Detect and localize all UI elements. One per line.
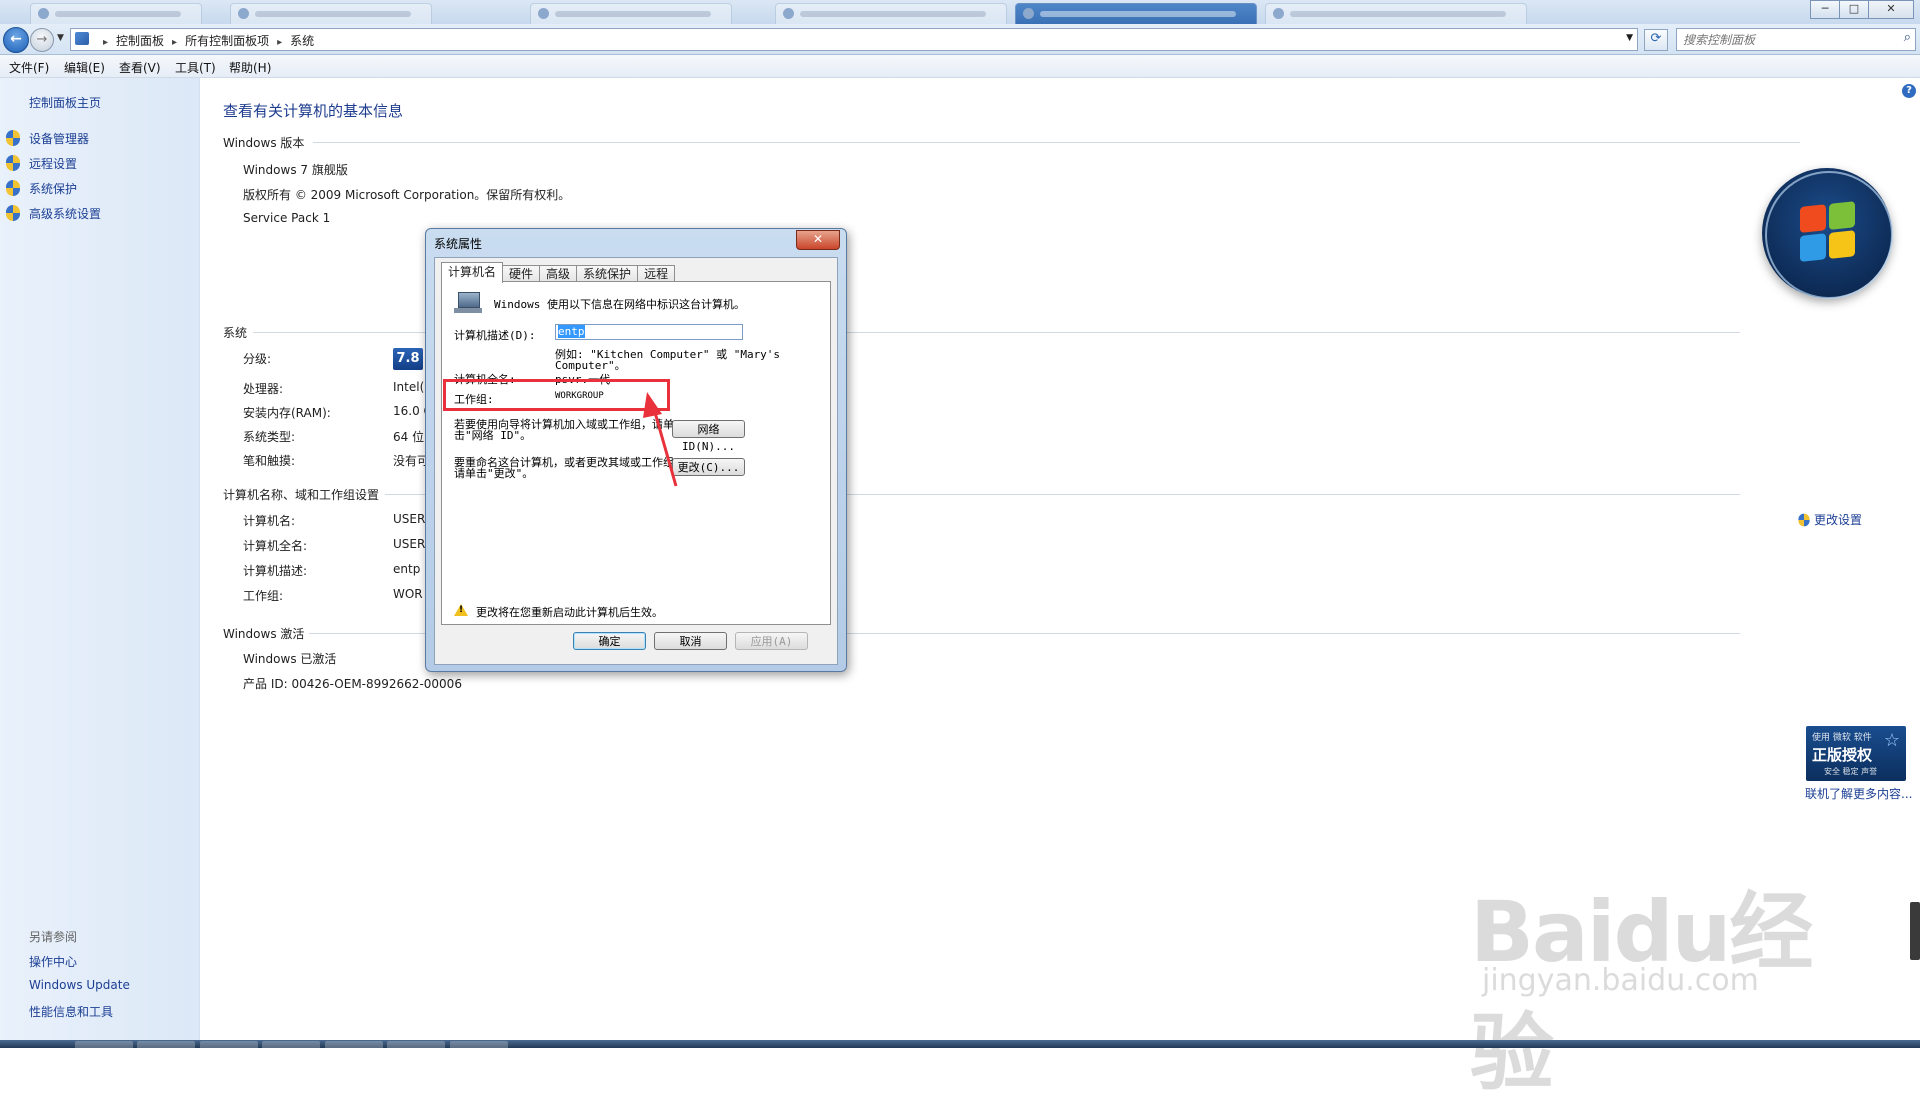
taskbar-button[interactable] <box>137 1041 195 1048</box>
taskbar-button[interactable] <box>450 1041 508 1048</box>
tab-computer-name[interactable]: 计算机名 <box>441 262 504 283</box>
watermark-url: jingyan.baidu.com <box>1482 963 1759 998</box>
taskbar-button[interactable] <box>325 1041 383 1048</box>
taskbar-button[interactable] <box>387 1041 445 1048</box>
taskbar-button[interactable] <box>200 1041 258 1048</box>
taskbar-button[interactable] <box>262 1041 320 1048</box>
screen-edge-scrollbar[interactable] <box>1910 902 1920 960</box>
baidu-watermark: Baidu经验 jingyan.baidu.com <box>1470 845 1870 1102</box>
taskbar-button[interactable] <box>75 1041 133 1048</box>
taskbar <box>0 1040 1920 1048</box>
annotation-arrow-head <box>643 392 662 418</box>
